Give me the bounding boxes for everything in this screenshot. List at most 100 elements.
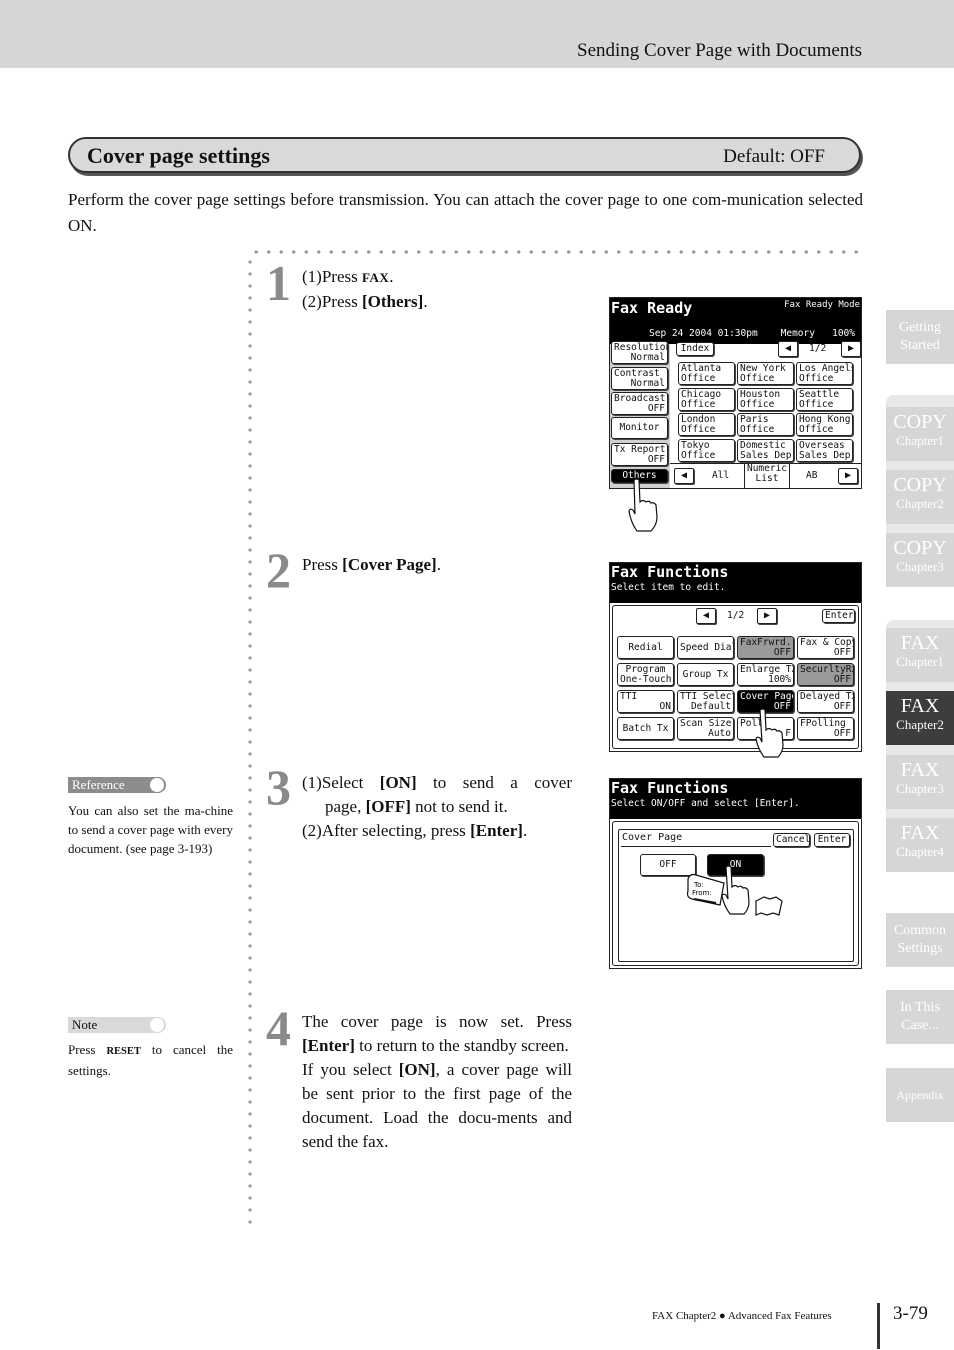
- index-button[interactable]: Index: [676, 342, 714, 356]
- function-button[interactable]: FaxFrwrd. OFF: [737, 636, 794, 659]
- side-tab-subtitle: Chapter3: [896, 781, 944, 796]
- left-function-button[interactable]: Broadcast OFF: [611, 392, 668, 415]
- side-tab[interactable]: Common Settings: [886, 913, 954, 967]
- destination-button[interactable]: Overseas Sales Dep: [796, 438, 853, 462]
- fax-key: FAX: [361, 270, 390, 285]
- side-tab-title: FAX: [900, 822, 940, 844]
- destination-button[interactable]: Seattle Office: [796, 387, 853, 411]
- intro-paragraph: Perform the cover page settings before t…: [68, 190, 863, 235]
- function-button[interactable]: FPolling OFF: [797, 717, 854, 740]
- destination-button[interactable]: Paris Office: [737, 413, 794, 436]
- next-tab-arrow-icon[interactable]: ▶: [838, 468, 858, 484]
- page-number: 3-79: [893, 1303, 928, 1324]
- side-tab[interactable]: FAX Chapter1: [886, 628, 954, 682]
- screen-title: Fax Ready: [611, 299, 693, 317]
- screen-fax-ready: Fax Ready Fax Ready Mode Sep 24 2004 01:…: [609, 297, 862, 489]
- side-tab[interactable]: COPY Chapter3: [886, 533, 954, 587]
- function-button[interactable]: Batch Tx: [617, 717, 674, 740]
- left-function-button[interactable]: Resolution Normal: [611, 341, 668, 364]
- destination-button[interactable]: Hong Kong Office: [796, 413, 853, 436]
- side-tab[interactable]: COPY Chapter1: [886, 407, 954, 461]
- left-function-button[interactable]: Monitor: [611, 417, 668, 439]
- screen-header: Fax Ready Fax Ready Mode Sep 24 2004 01:…: [610, 298, 861, 344]
- section-title: Cover page settings: [87, 143, 270, 168]
- enter-button[interactable]: Enter: [814, 833, 850, 847]
- prev-tab-arrow-icon[interactable]: ◀: [674, 468, 694, 484]
- destination-button[interactable]: Houston Office: [737, 387, 794, 411]
- side-tab-subtitle: Chapter3: [896, 559, 944, 574]
- side-tab-subtitle: Chapter1: [896, 654, 944, 669]
- dotted-divider-vertical: [248, 256, 252, 1224]
- svg-text:From:: From:: [692, 889, 712, 897]
- tab-ab[interactable]: AB: [806, 471, 817, 481]
- destination-button[interactable]: Chicago Office: [678, 387, 735, 411]
- side-tab[interactable]: Getting Started: [886, 310, 954, 364]
- footer-divider: [877, 1303, 880, 1349]
- function-button[interactable]: Redial: [617, 636, 674, 659]
- side-tab[interactable]: Appendix: [886, 1068, 954, 1122]
- next-page-arrow-icon[interactable]: ▶: [841, 341, 861, 357]
- side-tab-title: COPY: [893, 537, 947, 559]
- step-4-paragraph-1: The cover page is now set. Press [Enter]…: [302, 1012, 572, 1055]
- function-button[interactable]: Delayed Tx OFF: [797, 690, 854, 713]
- step-4-text: The cover page is now set. Press [Enter]…: [302, 1010, 572, 1154]
- step-number-3: 3: [266, 759, 291, 815]
- prev-page-arrow-icon[interactable]: ◀: [778, 341, 798, 357]
- function-button[interactable]: Scan Size Auto: [677, 717, 734, 740]
- function-button[interactable]: TTI ON: [617, 690, 674, 713]
- screen-header: Fax Functions Select ON/OFF and select […: [610, 779, 861, 819]
- screen-subtitle: Select item to edit.: [611, 582, 726, 593]
- side-tab[interactable]: FAX Chapter4: [886, 818, 954, 872]
- enter-button[interactable]: Enter: [822, 609, 855, 623]
- side-tab-title: FAX: [900, 632, 940, 654]
- cancel-button[interactable]: Cancel: [773, 833, 810, 847]
- side-tab-label: Common Settings: [893, 923, 947, 956]
- side-tab-subtitle: Chapter2: [896, 717, 944, 732]
- function-button[interactable]: Group Tx: [677, 663, 734, 686]
- step-1-line-1: (1)Press FAX.: [302, 267, 394, 286]
- section-title-bar: Cover page settings Default: OFF: [68, 137, 861, 173]
- function-button[interactable]: Speed Dial: [677, 636, 734, 659]
- side-tab[interactable]: COPY Chapter2: [886, 470, 954, 524]
- destination-button[interactable]: New York Office: [737, 362, 794, 385]
- left-function-button[interactable]: Tx Report OFF: [611, 443, 668, 466]
- svg-text:To:: To:: [693, 881, 704, 889]
- function-button[interactable]: TTI Select Default: [677, 690, 734, 713]
- side-tab-subtitle: Chapter4: [896, 844, 944, 859]
- pointing-hand-icon: [628, 478, 658, 532]
- header-band: Sending Cover Page with Documents: [0, 0, 954, 68]
- screen-title: Fax Functions: [611, 563, 729, 581]
- side-tab[interactable]: FAX Chapter2: [886, 691, 954, 745]
- step-2-text: Press [Cover Page].: [302, 555, 441, 574]
- prev-page-arrow-icon[interactable]: ◀: [696, 608, 716, 624]
- dialog-title-underline: [621, 846, 771, 847]
- dialog-title: Cover Page: [622, 832, 683, 843]
- destination-button[interactable]: Los Angels Office: [796, 362, 853, 385]
- destination-button[interactable]: Domestic Sales Dep: [737, 438, 794, 462]
- tab-all[interactable]: All: [712, 471, 729, 481]
- step-1-text: (1)Press FAX. (2)Press [Others].: [302, 265, 428, 314]
- function-button[interactable]: Enlarge TX 100%: [737, 663, 794, 686]
- side-tab[interactable]: FAX Chapter3: [886, 755, 954, 809]
- side-tab[interactable]: In This Case...: [886, 990, 954, 1044]
- tag-knob-icon: [150, 1018, 164, 1032]
- side-tab-title: COPY: [893, 411, 947, 433]
- function-button[interactable]: Fax & Copy OFF: [797, 636, 854, 659]
- tab-numeric-list[interactable]: Numeric List: [744, 464, 790, 488]
- next-page-arrow-icon[interactable]: ▶: [757, 608, 777, 624]
- destination-button[interactable]: Tokyo Office: [678, 438, 735, 462]
- destination-button[interactable]: Atlanta Office: [678, 362, 735, 385]
- step-number-1: 1: [266, 255, 291, 311]
- step-number-2: 2: [266, 542, 291, 598]
- step-4-paragraph-2: If you select [ON], a cover page will be…: [302, 1060, 572, 1151]
- page-indicator: 1/2: [809, 343, 827, 354]
- function-button[interactable]: Program One-Touch: [617, 663, 674, 686]
- reference-label: Reference: [72, 777, 125, 792]
- step-3-text: (1)Select [ON] to send a cover page, [OF…: [302, 773, 573, 840]
- side-tab-title: FAX: [900, 759, 940, 781]
- left-function-button[interactable]: Contrast Normal: [611, 367, 668, 390]
- function-button[interactable]: SecurltyRx OFF: [797, 663, 854, 686]
- page-indicator: 1/2: [727, 610, 745, 621]
- destination-button[interactable]: London Office: [678, 413, 735, 436]
- screen-subtitle: Select ON/OFF and select [Enter].: [611, 798, 800, 809]
